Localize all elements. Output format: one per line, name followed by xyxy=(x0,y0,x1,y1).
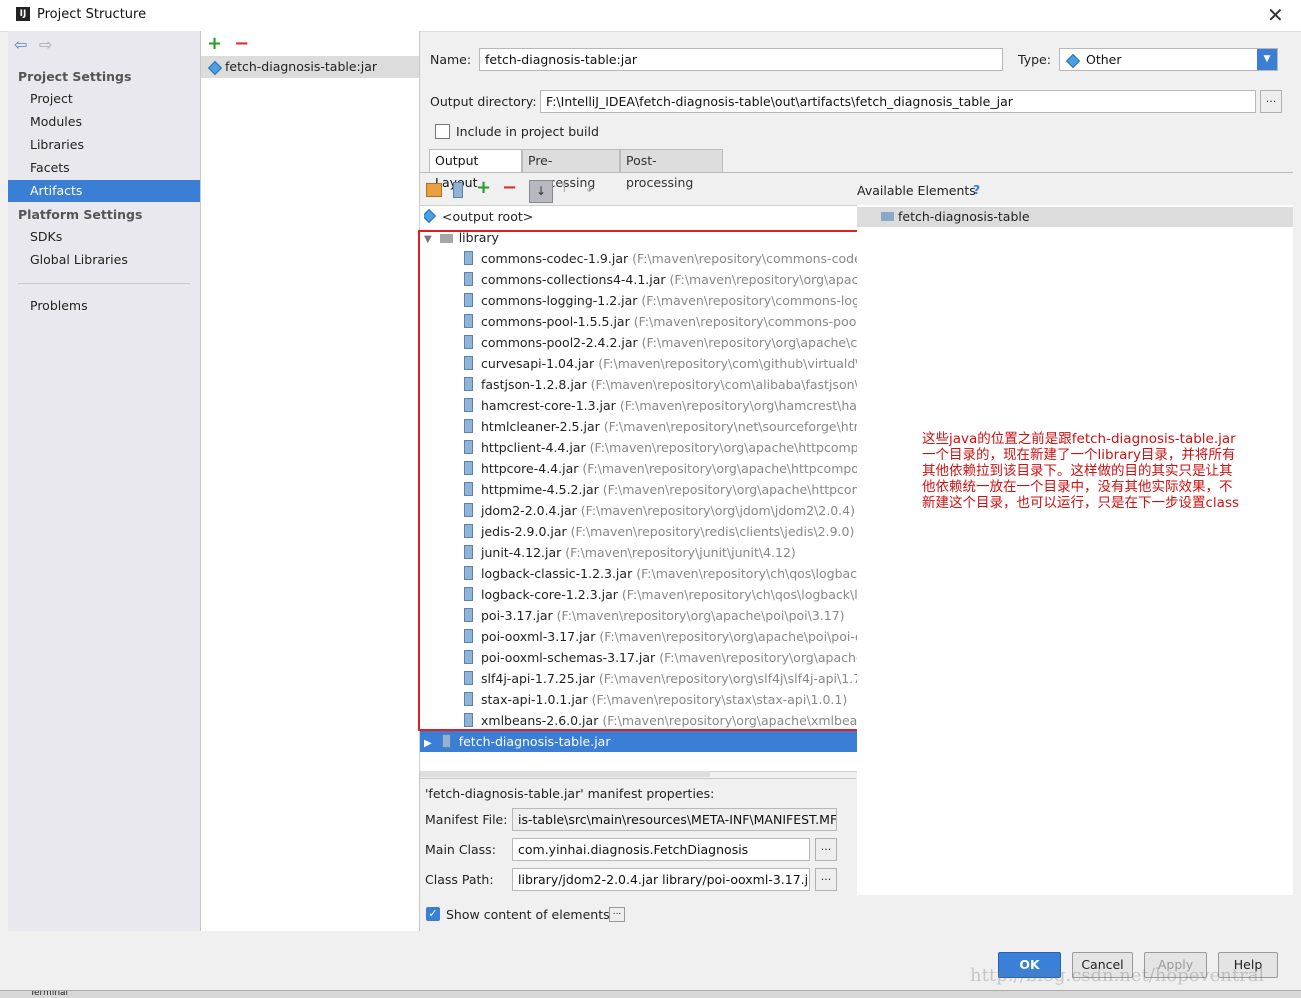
include-build-label: Include in project build xyxy=(456,124,599,139)
window-title: Project Structure xyxy=(37,7,147,22)
sidebar-item-sdks[interactable]: SDKs xyxy=(8,226,200,248)
intellij-app-icon: IJ xyxy=(16,7,30,21)
platform-settings-heading: Platform Settings xyxy=(18,207,143,222)
add-icon[interactable]: + xyxy=(476,177,491,198)
sidebar-item-libraries[interactable]: Libraries xyxy=(8,134,200,156)
settings-sidebar: ⇦ ⇨ Project Settings Project Modules Lib… xyxy=(8,31,201,931)
annotation-text: 这些java的位置之前是跟fetch-diagnosis-table.jar 一… xyxy=(922,431,1239,511)
sidebar-item-project[interactable]: Project xyxy=(8,88,200,110)
sidebar-item-global-libraries[interactable]: Global Libraries xyxy=(8,249,200,271)
main-class-label: Main Class: xyxy=(425,842,496,857)
type-select[interactable]: Other ▼ xyxy=(1059,48,1278,71)
artifact-label: fetch-diagnosis-table:jar xyxy=(225,59,378,74)
annotation-line: 新建这个目录，也可以运行，只是在下一步设置class xyxy=(922,495,1240,511)
type-icon xyxy=(1065,53,1081,69)
help-icon[interactable]: ? xyxy=(973,182,980,197)
artifact-icon xyxy=(207,60,223,76)
back-arrow-icon[interactable]: ⇦ xyxy=(14,35,27,54)
show-content-checkbox[interactable]: ✓ xyxy=(426,907,440,921)
jar-icon xyxy=(441,734,451,748)
class-path-label: Class Path: xyxy=(425,872,494,887)
tab-divider xyxy=(419,172,1293,173)
manifest-title: 'fetch-diagnosis-table.jar' manifest pro… xyxy=(425,786,715,801)
sidebar-divider xyxy=(18,283,190,284)
annotation-line: 一个目录的，现在新建了一个library目录，并将所有 xyxy=(922,447,1236,463)
project-settings-heading: Project Settings xyxy=(18,69,132,84)
artifact-toolbar: + − xyxy=(207,33,249,54)
output-directory-field[interactable]: F:\IntelliJ_IDEA\fetch-diagnosis-table\o… xyxy=(540,90,1256,113)
output-directory-label: Output directory: xyxy=(430,94,537,109)
annotation-line: 这些java的位置之前是跟fetch-diagnosis-table.jar xyxy=(922,431,1236,447)
include-build-checkbox[interactable] xyxy=(435,124,450,139)
sidebar-item-artifacts[interactable]: Artifacts xyxy=(8,180,200,202)
sidebar-item-facets[interactable]: Facets xyxy=(8,157,200,179)
sort-icon[interactable]: ↓ xyxy=(529,180,553,203)
manifest-divider xyxy=(419,778,856,779)
class-path-field[interactable]: library/jdom2-2.0.4.jar library/poi-ooxm… xyxy=(512,868,810,891)
tab-post-processing[interactable]: Post-processing xyxy=(620,149,723,190)
sidebar-item-problems[interactable]: Problems xyxy=(8,295,200,317)
type-label: Type: xyxy=(1018,52,1051,67)
artifact-list-panel: + − fetch-diagnosis-table:jar xyxy=(201,31,420,931)
move-up-icon[interactable]: ↑ xyxy=(559,181,570,196)
artifact-jar-label: fetch-diagnosis-table.jar xyxy=(458,734,611,749)
highlight-box xyxy=(418,230,860,731)
output-root-label: <output root> xyxy=(442,209,534,224)
collapse-arrow-icon[interactable]: ▶ xyxy=(424,738,432,749)
available-item-label: fetch-diagnosis-table xyxy=(898,209,1030,224)
output-root-node[interactable]: <output root> xyxy=(424,206,533,227)
remove-icon[interactable]: − xyxy=(234,33,249,54)
name-label: Name: xyxy=(430,52,472,67)
artifact-list-item[interactable]: fetch-diagnosis-table:jar xyxy=(201,56,419,78)
browse-output-button[interactable]: ... xyxy=(1260,90,1282,113)
sidebar-item-modules[interactable]: Modules xyxy=(8,111,200,133)
main-class-field[interactable]: com.yinhai.diagnosis.FetchDiagnosis xyxy=(512,838,810,861)
close-icon[interactable]: ✕ xyxy=(1267,3,1284,27)
horizontal-scrollbar[interactable] xyxy=(420,771,710,777)
available-item[interactable]: fetch-diagnosis-table xyxy=(857,207,1293,227)
watermark: http://blog.csdn.net/hopeventral xyxy=(970,965,1265,986)
show-content-options-button[interactable]: ... xyxy=(609,907,625,922)
type-value: Other xyxy=(1086,52,1122,67)
chevron-down-icon[interactable]: ▼ xyxy=(1257,49,1277,70)
archive-icon[interactable] xyxy=(453,182,463,198)
output-root-icon xyxy=(424,208,437,224)
move-down-icon[interactable]: ↓ xyxy=(584,181,595,196)
show-content-label: Show content of elements xyxy=(446,907,610,922)
name-field[interactable]: fetch-diagnosis-table:jar xyxy=(479,48,1003,71)
new-directory-icon[interactable] xyxy=(426,183,442,197)
manifest-file-field[interactable]: is-table\src\main\resources\META-INF\MAN… xyxy=(512,808,837,831)
available-elements-panel: fetch-diagnosis-table xyxy=(857,205,1293,895)
artifact-jar-node[interactable]: ▶ fetch-diagnosis-table.jar xyxy=(420,731,857,752)
forward-arrow-icon[interactable]: ⇨ xyxy=(39,35,52,54)
tab-pre-processing[interactable]: Pre-processing xyxy=(522,149,620,190)
module-folder-icon xyxy=(881,212,894,221)
edit-class-path-button[interactable]: ... xyxy=(815,868,837,891)
available-elements-title: Available Elements xyxy=(857,183,976,198)
tab-output-layout[interactable]: Output Layout xyxy=(429,149,522,190)
manifest-file-label: Manifest File: xyxy=(425,812,508,827)
annotation-line: 其他依赖拉到该目录下。这样做的目的其实只是让其 xyxy=(922,463,1233,479)
browse-main-class-button[interactable]: ... xyxy=(815,838,837,861)
title-bar: IJ Project Structure ✕ xyxy=(0,0,1301,32)
remove-icon[interactable]: − xyxy=(502,177,517,198)
add-icon[interactable]: + xyxy=(207,33,222,54)
annotation-line: 他依赖统一放在一个目录中，没有其他实际效果，不 xyxy=(922,479,1233,495)
